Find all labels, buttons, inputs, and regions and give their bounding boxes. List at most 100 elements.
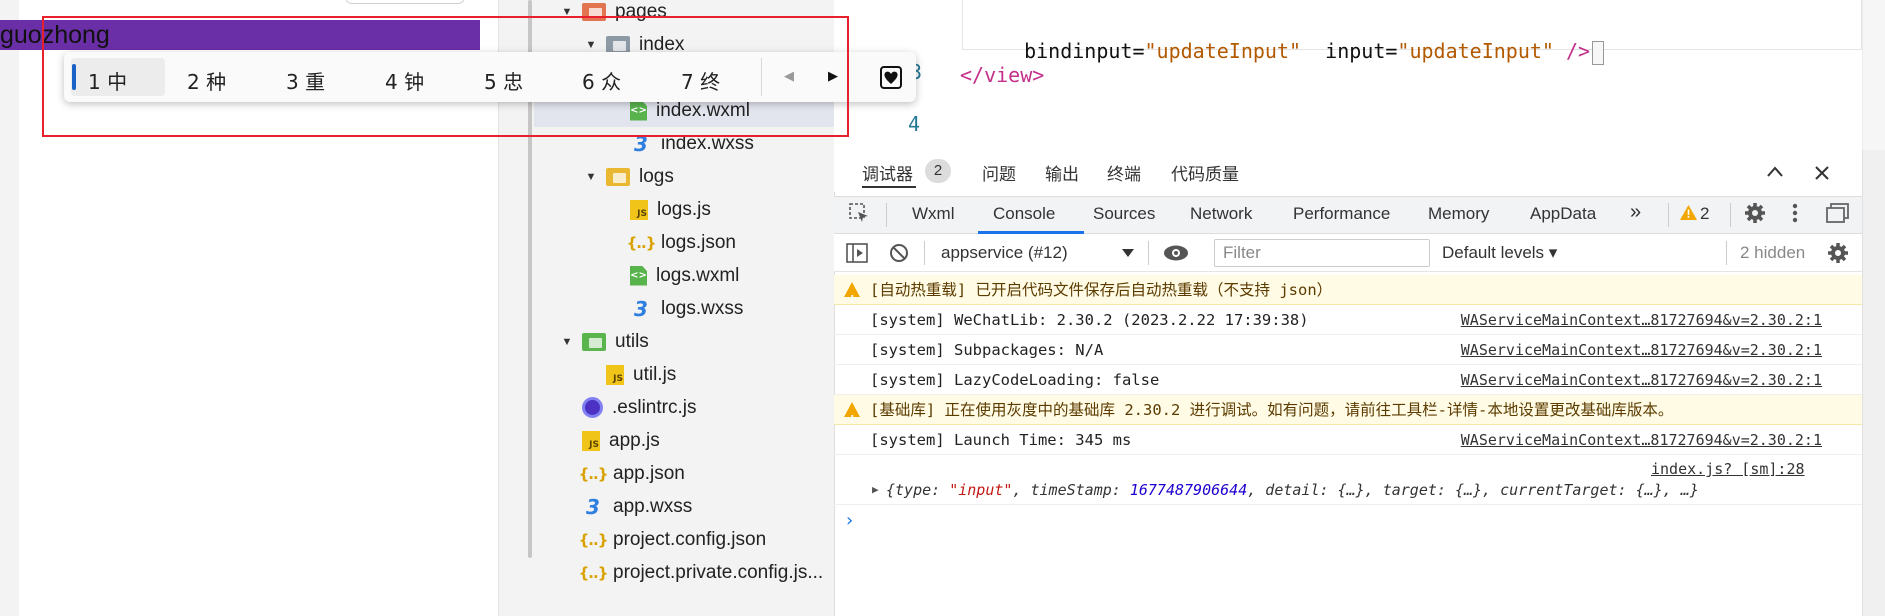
toolbar-separator — [1668, 203, 1669, 227]
chevron-up-icon[interactable] — [1766, 164, 1784, 180]
console-log-row[interactable]: [system] LazyCodeLoading: false WAService… — [834, 365, 1862, 395]
console-message: [system] LazyCodeLoading: false — [870, 371, 1160, 389]
text-cursor — [1592, 40, 1605, 65]
close-icon[interactable] — [1813, 164, 1831, 182]
tab-code-quality[interactable]: 代码质量 — [1171, 160, 1239, 185]
console-warning-row[interactable]: [自动热重载] 已开启代码文件保存后自动热重载（不支持 json） — [834, 275, 1862, 315]
ime-favorite-heart-icon[interactable] — [879, 64, 903, 90]
explorer-item-label: utils — [615, 330, 649, 352]
tab-performance[interactable]: Performance — [1293, 204, 1390, 224]
tab-memory[interactable]: Memory — [1428, 204, 1489, 224]
debugger-count-badge: 2 — [925, 159, 951, 183]
explorer-item[interactable]: JS util.js — [584, 358, 676, 391]
context-selector[interactable]: appservice (#12) — [941, 243, 1068, 263]
clear-console-icon[interactable] — [889, 243, 909, 263]
console-source-link[interactable]: WAServiceMainContext…81727694&v=2.30.2:1 — [1461, 335, 1822, 365]
console-source-link[interactable]: WAServiceMainContext…81727694&v=2.30.2:1 — [1461, 365, 1822, 395]
tab-console[interactable]: Console — [993, 204, 1055, 224]
js-file-icon: JS — [582, 430, 600, 451]
tab-network[interactable]: Network — [1190, 204, 1252, 224]
toolbar-separator — [1148, 241, 1149, 265]
simulator-top-control[interactable] — [345, 0, 465, 4]
explorer-item[interactable]: ▼ logs — [584, 160, 674, 193]
expand-triangle-icon[interactable]: ▶ — [872, 475, 879, 505]
console-message: [自动热重载] 已开启代码文件保存后自动热重载（不支持 json） — [870, 281, 1333, 299]
explorer-item[interactable]: 3 app.wxss — [560, 490, 692, 523]
explorer-item-label: app.js — [609, 429, 660, 451]
explorer-item[interactable]: {..} logs.json — [608, 226, 736, 259]
folder-icon — [606, 167, 630, 186]
sidebar-toggle-icon[interactable] — [846, 243, 868, 263]
console-log-row[interactable]: [system] WeChatLib: 2.30.2 (2023.2.22 17… — [834, 305, 1862, 335]
filter-input[interactable] — [1214, 239, 1430, 267]
explorer-item[interactable]: <> logs.wxml — [608, 259, 739, 292]
object-timestamp-key: , timeStamp: — [1012, 481, 1130, 499]
tab-problems[interactable]: 问题 — [982, 160, 1016, 185]
tab-output[interactable]: 输出 — [1045, 160, 1079, 185]
tab-sources[interactable]: Sources — [1093, 204, 1155, 224]
kebab-menu-icon[interactable] — [1791, 202, 1799, 224]
editor-line-3[interactable]: </view> — [960, 62, 1044, 88]
console-message: [system] Launch Time: 345 ms — [870, 431, 1132, 449]
warning-icon — [844, 402, 860, 435]
chevron-down-icon[interactable] — [1122, 249, 1134, 257]
explorer-item-label: .eslintrc.js — [612, 396, 697, 418]
console-object-row[interactable]: ▶ {type: "input", timeStamp: 16774879066… — [834, 475, 1862, 505]
wxss-file-icon: 3 — [634, 296, 648, 321]
eye-icon[interactable] — [1163, 244, 1189, 262]
json-file-icon: {..} — [578, 563, 609, 582]
explorer-item[interactable]: 3 logs.wxss — [608, 292, 743, 325]
gear-icon[interactable] — [1744, 202, 1766, 224]
explorer-item[interactable]: JS logs.js — [608, 193, 711, 226]
object-type-value: "input" — [949, 481, 1013, 499]
explorer-item-label: app.json — [613, 462, 685, 484]
dock-icon[interactable] — [1826, 202, 1850, 224]
folder-icon — [582, 332, 606, 351]
explorer-item[interactable]: {..} project.private.config.js... — [560, 556, 824, 589]
object-timestamp-value: 1677487906644 — [1129, 481, 1248, 499]
warning-count[interactable]: 2 — [1700, 204, 1709, 224]
explorer-item[interactable]: {..} project.config.json — [560, 523, 767, 556]
inspect-element-icon[interactable] — [848, 202, 870, 224]
code-attr-input: input= — [1325, 39, 1398, 63]
explorer-item[interactable]: {..} app.json — [560, 457, 685, 490]
editor-scrollbar[interactable] — [1862, 0, 1885, 150]
json-file-icon: {..} — [578, 464, 609, 483]
toolbar-separator — [1730, 203, 1731, 227]
js-file-icon: JS — [630, 199, 648, 220]
chevron-down-icon[interactable]: ▼ — [560, 336, 574, 348]
explorer-item[interactable]: JS app.js — [560, 424, 660, 457]
more-tabs-icon[interactable]: » — [1630, 201, 1641, 224]
console-prompt[interactable]: › — [846, 510, 853, 531]
explorer-item[interactable]: ▼ utils — [560, 325, 649, 358]
wxss-file-icon: 3 — [586, 494, 600, 519]
console-message: [system] WeChatLib: 2.30.2 (2023.2.22 17… — [870, 311, 1309, 329]
toolbar-separator — [886, 203, 887, 227]
console-source-link[interactable]: WAServiceMainContext…81727694&v=2.30.2:1 — [1461, 305, 1822, 335]
code-self-close: /> — [1566, 39, 1591, 63]
console-settings-gear-icon[interactable] — [1827, 242, 1849, 264]
devtools-outer-scrollbar[interactable] — [1862, 150, 1885, 616]
hidden-messages-count: 2 hidden — [1740, 243, 1806, 262]
explorer-item-label: util.js — [633, 363, 677, 385]
explorer-item[interactable]: .eslintrc.js — [560, 391, 696, 424]
log-levels-dropdown[interactable]: Default levels ▾ — [1442, 243, 1557, 263]
tab-appdata[interactable]: AppData — [1530, 204, 1596, 224]
tab-wxml[interactable]: Wxml — [912, 204, 954, 224]
code-value-1: "updateInput" — [1144, 39, 1302, 63]
tab-terminal[interactable]: 终端 — [1107, 160, 1141, 185]
console-log-row[interactable]: [system] Launch Time: 345 ms WAServiceMai… — [834, 425, 1862, 455]
chevron-down-icon[interactable]: ▼ — [584, 171, 598, 183]
console-message: [system] Subpackages: N/A — [870, 341, 1104, 359]
explorer-item-label: logs.json — [661, 231, 736, 253]
console-warning-row[interactable]: [基础库] 正在使用灰度中的基础库 2.30.2 进行调试。如有问题，请前往工具… — [834, 395, 1862, 435]
object-open: {type: — [886, 481, 950, 499]
tab-debugger[interactable]: 调试器 — [862, 160, 913, 185]
js-file-icon: JS — [606, 364, 624, 385]
explorer-item-label: project.private.config.js... — [613, 561, 824, 583]
console-log-row[interactable]: [system] Subpackages: N/A WAServiceMainCo… — [834, 335, 1862, 365]
editor-line-2[interactable]: bindinput="updateInput" input="updateInp… — [1000, 12, 1605, 65]
console-source-link[interactable]: WAServiceMainContext…81727694&v=2.30.2:1 — [1461, 425, 1822, 455]
warning-icon[interactable] — [1680, 205, 1697, 220]
eslint-file-icon — [582, 397, 603, 418]
